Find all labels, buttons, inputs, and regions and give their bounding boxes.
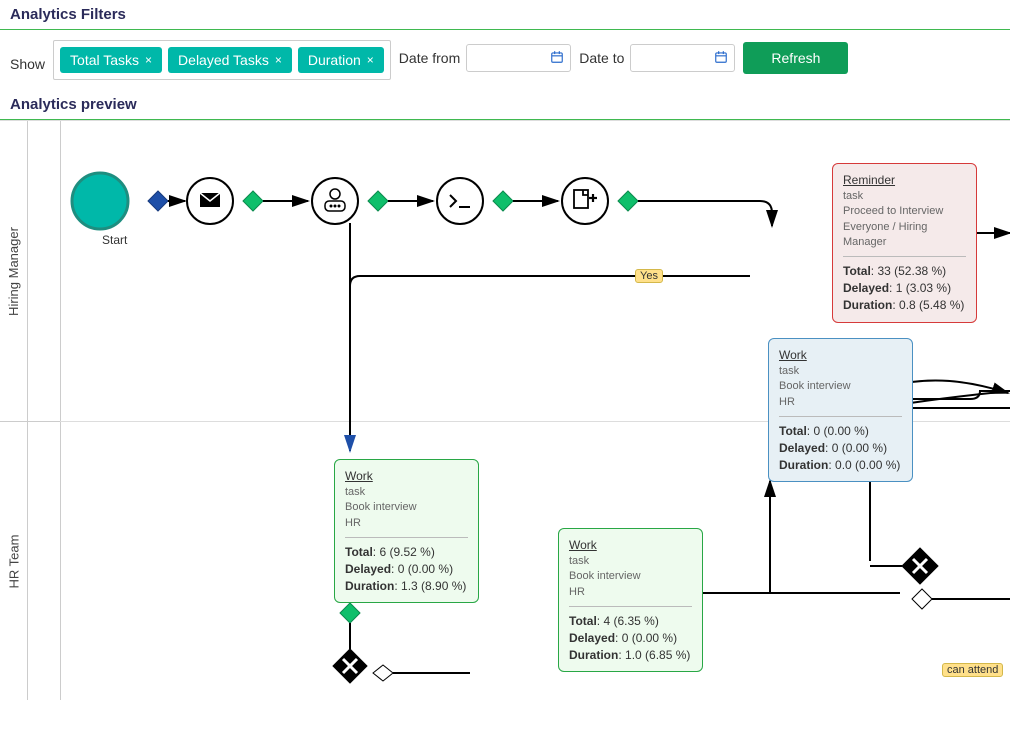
swimlane-hr-team: HR Team [0, 421, 28, 700]
work-card-2[interactable]: Work task Book interview HR Total: 4 (6.… [558, 528, 703, 672]
analytics-preview-title: Analytics preview [0, 90, 1010, 120]
show-label: Show [10, 56, 45, 72]
gateway-icon [148, 191, 168, 211]
card-desc: Book interview [345, 500, 468, 515]
close-icon[interactable]: × [275, 53, 282, 67]
exclusive-gateway-icon [902, 548, 938, 584]
work-card-blue[interactable]: Work task Book interview HR Total: 0 (0.… [768, 338, 913, 482]
date-to-label: Date to [579, 50, 624, 66]
yes-badge: Yes [635, 269, 663, 283]
card-duration: Duration: 0.8 (5.48 %) [843, 297, 966, 314]
card-duration: Duration: 1.0 (6.85 %) [569, 647, 692, 664]
card-desc: Book interview [569, 569, 692, 584]
exclusive-gateway-icon [333, 649, 367, 683]
filter-row: Show Total Tasks × Delayed Tasks × Durat… [0, 30, 1010, 90]
chip-duration[interactable]: Duration × [298, 47, 384, 73]
card-who: HR [569, 585, 692, 600]
date-to-input[interactable] [630, 44, 735, 72]
chip-label: Duration [308, 52, 361, 68]
filter-chip-box[interactable]: Total Tasks × Delayed Tasks × Duration × [53, 40, 391, 80]
card-total: Total: 6 (9.52 %) [345, 544, 468, 561]
card-desc: Proceed to Interview [843, 204, 966, 219]
chip-total-tasks[interactable]: Total Tasks × [60, 47, 162, 73]
calendar-icon[interactable] [550, 50, 564, 67]
card-duration: Duration: 0.0 (0.00 %) [779, 457, 902, 474]
work-card-1[interactable]: Work task Book interview HR Total: 6 (9.… [334, 459, 479, 603]
card-title: Reminder [843, 172, 966, 189]
card-delayed: Delayed: 0 (0.00 %) [345, 561, 468, 578]
card-delayed: Delayed: 1 (3.03 %) [843, 280, 966, 297]
card-desc: Book interview [779, 379, 902, 394]
card-who: Everyone / Hiring Manager [843, 220, 966, 251]
card-total: Total: 0 (0.00 %) [779, 423, 902, 440]
card-type: task [345, 485, 468, 500]
card-who: HR [779, 395, 902, 410]
swimlane-label: HR Team [6, 535, 21, 589]
gateway-small-icon [912, 589, 932, 609]
reminder-card[interactable]: Reminder task Proceed to Interview Every… [832, 163, 977, 323]
card-type: task [779, 364, 902, 379]
swimlane-hiring-manager: Hiring Manager [0, 121, 28, 421]
calendar-icon[interactable] [714, 50, 728, 67]
card-delayed: Delayed: 0 (0.00 %) [779, 440, 902, 457]
card-who: HR [345, 516, 468, 531]
card-type: task [843, 189, 966, 204]
close-icon[interactable]: × [367, 53, 374, 67]
start-event-icon [72, 173, 128, 229]
gateway-icon [493, 191, 513, 211]
card-total: Total: 4 (6.35 %) [569, 613, 692, 630]
gateway-icon [243, 191, 263, 211]
preview-area: Hiring Manager HR Team [0, 120, 1010, 700]
card-duration: Duration: 1.3 (8.90 %) [345, 578, 468, 595]
card-title: Work [569, 537, 692, 554]
analytics-filters-title: Analytics Filters [0, 0, 1010, 30]
close-icon[interactable]: × [145, 53, 152, 67]
gateway-icon [618, 191, 638, 211]
card-total: Total: 33 (52.38 %) [843, 263, 966, 280]
card-title: Work [779, 347, 902, 364]
lane-divider [28, 421, 60, 422]
chip-label: Delayed Tasks [178, 52, 269, 68]
card-delayed: Delayed: 0 (0.00 %) [569, 630, 692, 647]
gateway-small-icon [373, 665, 393, 681]
swimlane-label: Hiring Manager [6, 227, 21, 316]
start-label: Start [102, 233, 127, 247]
card-type: task [569, 554, 692, 569]
date-to-group: Date to [579, 44, 735, 72]
chip-delayed-tasks[interactable]: Delayed Tasks × [168, 47, 292, 73]
chip-label: Total Tasks [70, 52, 139, 68]
refresh-button[interactable]: Refresh [743, 42, 848, 74]
envelope-icon [200, 193, 220, 207]
gateway-icon [340, 603, 360, 623]
date-from-input[interactable] [466, 44, 571, 72]
script-task-icon [437, 178, 483, 224]
date-from-group: Date from [399, 44, 571, 72]
create-task-icon [562, 178, 608, 224]
gateway-icon [368, 191, 388, 211]
date-from-label: Date from [399, 50, 460, 66]
can-attend-badge: can attend [942, 663, 1003, 677]
card-title: Work [345, 468, 468, 485]
